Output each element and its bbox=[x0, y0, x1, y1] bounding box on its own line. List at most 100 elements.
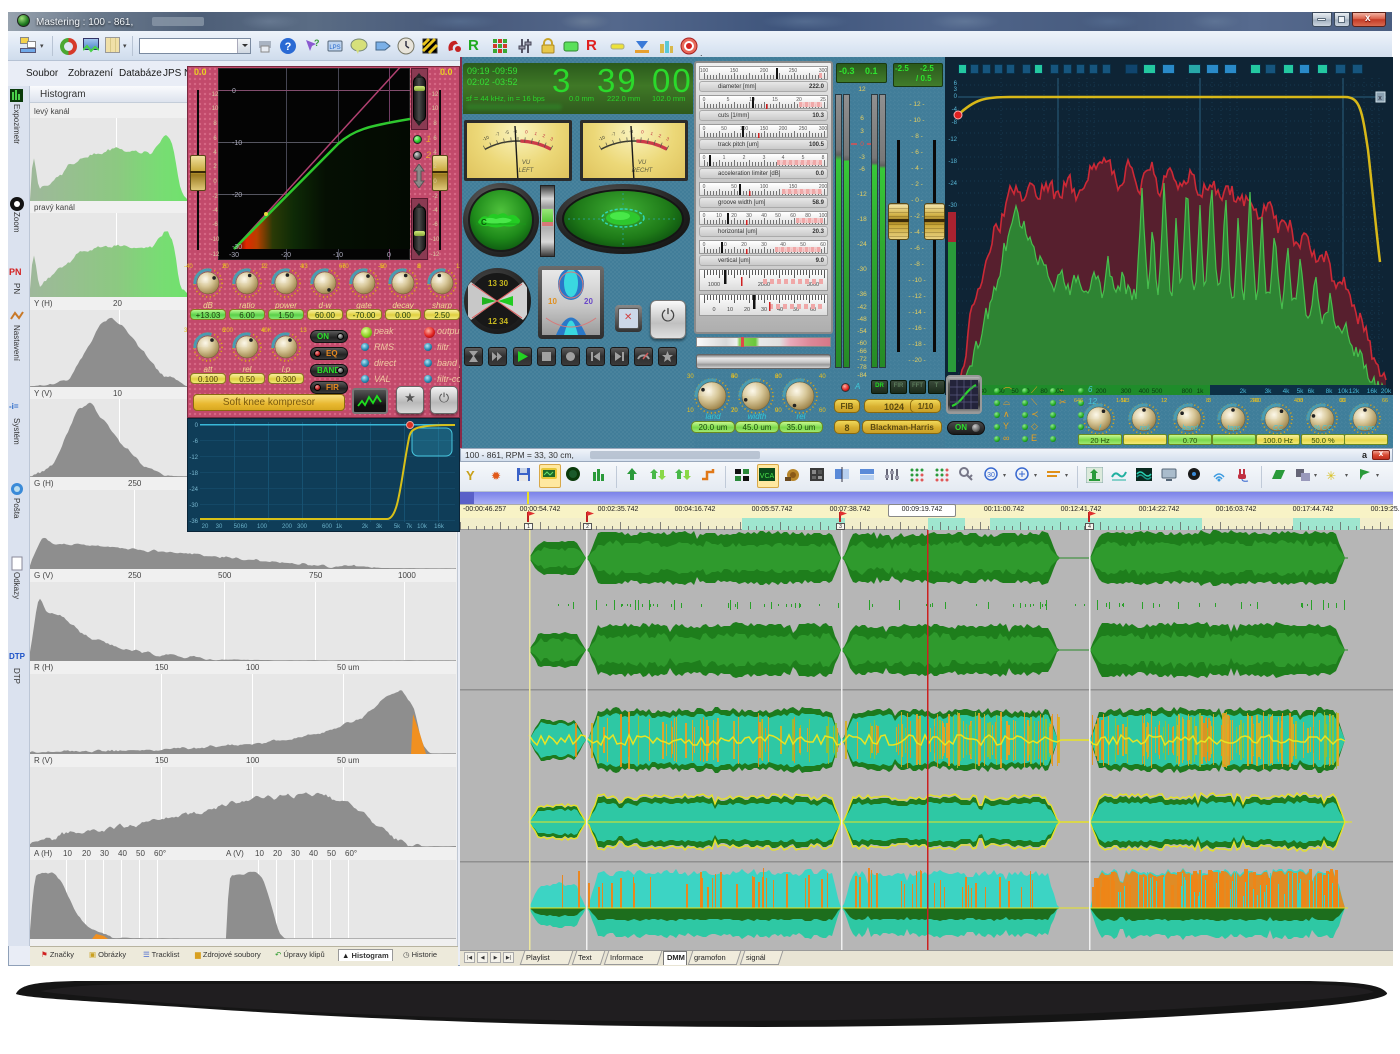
svg-text:-12: -12 bbox=[948, 137, 957, 143]
svg-text:250: 250 bbox=[789, 68, 798, 74]
svg-text:-30: -30 bbox=[189, 503, 198, 509]
svg-text:2: 2 bbox=[213, 164, 217, 170]
svg-text:- -20 -: - -20 - bbox=[908, 357, 925, 364]
svg-text:3: 3 bbox=[860, 128, 864, 135]
svg-text:-30: -30 bbox=[948, 203, 957, 209]
svg-text:-7: -7 bbox=[495, 131, 501, 137]
svg-text:0: 0 bbox=[954, 94, 958, 100]
svg-text:2k: 2k bbox=[1240, 388, 1248, 395]
svg-text:-3: -3 bbox=[859, 154, 865, 161]
svg-text:-7: -7 bbox=[611, 131, 617, 137]
svg-text:50: 50 bbox=[1011, 388, 1019, 395]
svg-text:- 4 -: - 4 - bbox=[911, 165, 923, 172]
svg-text:3: 3 bbox=[954, 87, 958, 93]
svg-text:30: 30 bbox=[216, 524, 223, 530]
svg-text:200: 200 bbox=[779, 126, 788, 132]
svg-text:-10: -10 bbox=[333, 252, 343, 259]
svg-text:16k: 16k bbox=[1367, 388, 1378, 395]
svg-text:12: 12 bbox=[858, 86, 866, 93]
svg-text:x: x bbox=[1378, 95, 1382, 102]
svg-text:- -4 -: - -4 - bbox=[910, 229, 924, 236]
svg-text:200: 200 bbox=[1096, 388, 1107, 395]
svg-text:-60: -60 bbox=[857, 340, 867, 347]
svg-text:30: 30 bbox=[987, 472, 995, 479]
svg-text:-20: -20 bbox=[281, 252, 291, 259]
svg-text:-72: -72 bbox=[857, 356, 867, 363]
svg-text:0: 0 bbox=[433, 179, 437, 185]
svg-text:2: 2 bbox=[743, 155, 746, 161]
svg-text:800: 800 bbox=[1182, 388, 1193, 395]
svg-text:2k: 2k bbox=[362, 524, 369, 530]
svg-text:1k: 1k bbox=[1197, 388, 1205, 395]
svg-text:RECHT: RECHT bbox=[632, 168, 654, 174]
svg-text:10k: 10k bbox=[417, 524, 428, 530]
svg-text:0: 0 bbox=[641, 129, 645, 134]
svg-text:- 10 -: - 10 - bbox=[909, 117, 924, 124]
svg-text:-10: -10 bbox=[482, 135, 490, 142]
svg-text:0: 0 bbox=[195, 423, 199, 429]
svg-text:-18: -18 bbox=[189, 471, 198, 477]
svg-text:-24: -24 bbox=[189, 487, 198, 493]
svg-text:- -14 -: - -14 - bbox=[908, 309, 925, 316]
svg-text:-30: -30 bbox=[857, 266, 867, 273]
svg-text:-48: -48 bbox=[857, 316, 867, 323]
svg-text:-4: -4 bbox=[212, 208, 218, 214]
svg-text:- 8 -: - 8 - bbox=[911, 133, 923, 140]
svg-text:-12: -12 bbox=[189, 455, 198, 461]
svg-text:-2: -2 bbox=[432, 194, 438, 200]
svg-text:3k: 3k bbox=[376, 524, 383, 530]
svg-text:1: 1 bbox=[534, 131, 538, 137]
svg-text:50: 50 bbox=[775, 213, 781, 219]
svg-text:500: 500 bbox=[1152, 388, 1163, 395]
svg-text:300: 300 bbox=[1121, 388, 1132, 395]
svg-text:-10: -10 bbox=[431, 237, 440, 243]
svg-text:1: 1 bbox=[723, 155, 726, 161]
svg-text:10: 10 bbox=[727, 307, 733, 313]
svg-text:400: 400 bbox=[1139, 388, 1150, 395]
svg-text:15: 15 bbox=[772, 97, 778, 103]
svg-text:2: 2 bbox=[658, 133, 662, 139]
svg-text:6: 6 bbox=[213, 136, 217, 142]
svg-text:-10: -10 bbox=[232, 140, 242, 147]
svg-text:-24: -24 bbox=[948, 181, 957, 187]
svg-text:5k: 5k bbox=[1297, 388, 1305, 395]
svg-text:13 30: 13 30 bbox=[488, 279, 509, 288]
svg-text:-78: -78 bbox=[857, 364, 867, 371]
svg-text:-8: -8 bbox=[952, 120, 958, 126]
svg-text:20: 20 bbox=[741, 242, 747, 248]
svg-text:-4: -4 bbox=[432, 208, 438, 214]
svg-text:-5: -5 bbox=[505, 129, 510, 135]
svg-text:- -12 -: - -12 - bbox=[908, 293, 925, 300]
svg-text:60: 60 bbox=[820, 242, 826, 248]
svg-text:8: 8 bbox=[433, 121, 437, 127]
svg-text:VU: VU bbox=[638, 160, 647, 166]
svg-text:-18: -18 bbox=[857, 216, 867, 223]
svg-text:8k: 8k bbox=[1326, 388, 1334, 395]
svg-text:-36: -36 bbox=[857, 291, 867, 298]
svg-text:300: 300 bbox=[297, 524, 308, 530]
svg-text:80: 80 bbox=[1040, 388, 1048, 395]
svg-text:1k: 1k bbox=[336, 524, 343, 530]
svg-text:16k: 16k bbox=[434, 524, 445, 530]
svg-text:6k: 6k bbox=[1308, 388, 1316, 395]
svg-text:-42: -42 bbox=[857, 304, 867, 311]
svg-text:5k: 5k bbox=[394, 524, 401, 530]
svg-text:300: 300 bbox=[819, 126, 827, 132]
svg-text:4: 4 bbox=[433, 150, 437, 156]
svg-text:10k: 10k bbox=[1338, 388, 1349, 395]
svg-text:20k: 20k bbox=[1381, 388, 1392, 395]
svg-text:20: 20 bbox=[584, 297, 593, 306]
svg-text:6: 6 bbox=[860, 115, 864, 122]
svg-text:100: 100 bbox=[740, 126, 749, 132]
svg-text:50: 50 bbox=[721, 126, 727, 132]
svg-text:200: 200 bbox=[282, 524, 293, 530]
svg-text:12: 12 bbox=[212, 92, 219, 98]
svg-text:30: 30 bbox=[761, 307, 767, 313]
svg-text:-84: -84 bbox=[857, 372, 867, 379]
svg-text:-6: -6 bbox=[859, 166, 865, 173]
svg-text:- 6 -: - 6 - bbox=[911, 149, 923, 156]
svg-text:0: 0 bbox=[860, 141, 864, 148]
svg-text:2: 2 bbox=[433, 164, 437, 170]
svg-text:8: 8 bbox=[213, 121, 217, 127]
svg-text:LPS: LPS bbox=[329, 45, 340, 51]
